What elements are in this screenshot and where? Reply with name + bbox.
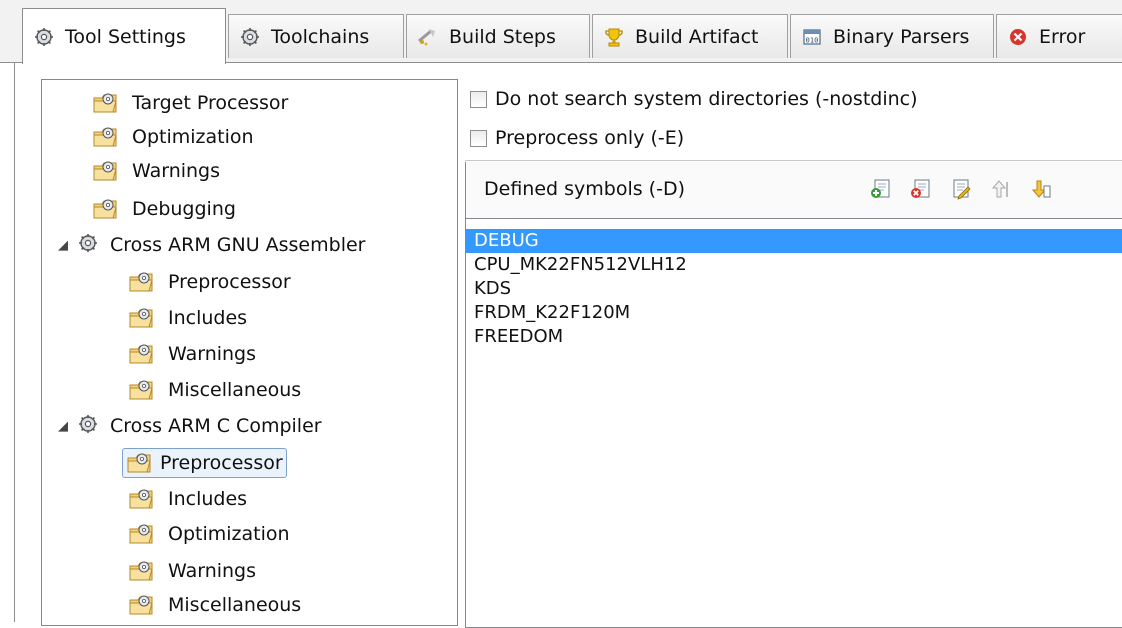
tab-label: Toolchains [271, 25, 370, 48]
tree-item-optimization[interactable]: Optimization [128, 517, 294, 551]
tree-item-label: Miscellaneous [168, 594, 302, 616]
folder-gear-icon [128, 341, 156, 367]
tree-item-includes[interactable]: Includes [128, 482, 251, 516]
folder-gear-icon [92, 196, 120, 222]
tree-item-preprocessor-selected[interactable]: Preprocessor [122, 446, 287, 480]
folder-gear-icon [128, 486, 156, 512]
symbols-toolbar [868, 176, 1054, 202]
tree-item-optimization[interactable]: Optimization [92, 120, 258, 154]
move-down-icon[interactable] [1028, 176, 1054, 202]
tree-item-label: Optimization [132, 126, 254, 148]
tab-binary-parsers[interactable]: 010 Binary Parsers [790, 14, 994, 58]
tree-item-label: Cross ARM GNU Assembler [110, 234, 366, 256]
option-preprocess-only[interactable]: Preprocess only (-E) [470, 123, 684, 153]
tree-item-includes[interactable]: Includes [128, 301, 251, 335]
tree-item-label-selected: Preprocessor [122, 448, 287, 478]
folder-gear-icon [128, 305, 156, 331]
collapse-triangle-icon[interactable]: ◢ [56, 238, 70, 253]
tree-item-warnings[interactable]: Warnings [128, 554, 260, 588]
option-label: Preprocess only (-E) [495, 127, 685, 149]
preprocess-only-checkbox[interactable] [470, 129, 487, 147]
tree-item-label: Optimization [168, 523, 290, 545]
symbol-row[interactable]: FREEDOM [466, 325, 1122, 349]
tree-item-label: Includes [168, 488, 248, 510]
tab-label: Binary Parsers [833, 25, 970, 48]
tree-item-preprocessor[interactable]: Preprocessor [128, 265, 295, 299]
tree-item-label: Preprocessor [168, 271, 291, 293]
gear-icon [78, 233, 98, 258]
folder-gear-icon [128, 521, 156, 547]
gear-icon [33, 26, 55, 48]
gear-icon [239, 26, 261, 48]
folder-gear-icon [128, 269, 156, 295]
tab-build-steps[interactable]: Build Steps [406, 14, 590, 58]
tree-item-label: Miscellaneous [168, 379, 302, 401]
tree-item-warnings[interactable]: Warnings [128, 337, 260, 371]
symbol-row[interactable]: KDS [466, 277, 1122, 301]
symbol-row[interactable]: DEBUG [466, 229, 1122, 253]
build-steps-icon [417, 26, 439, 48]
edit-icon[interactable] [948, 176, 974, 202]
tree-item-warnings[interactable]: Warnings [92, 154, 224, 188]
panel-divider [465, 160, 1122, 161]
symbol-row[interactable]: CPU_MK22FN512VLH12 [466, 253, 1122, 277]
folder-gear-icon [128, 377, 156, 403]
gear-icon [78, 414, 98, 439]
defined-symbols-header: Defined symbols (-D) [465, 162, 1122, 218]
tab-label: Tool Settings [65, 25, 186, 48]
tab-toolchains[interactable]: Toolchains [228, 14, 404, 58]
tree-item-text: Preprocessor [160, 452, 283, 474]
tree-item-cross-arm-c-compiler[interactable]: ◢ Cross ARM C Compiler [56, 409, 326, 443]
move-up-icon[interactable] [988, 176, 1014, 202]
defined-symbols-list[interactable]: DEBUG CPU_MK22FN512VLH12 KDS FRDM_K22F12… [465, 218, 1122, 628]
symbol-row[interactable]: FRDM_K22F120M [466, 301, 1122, 325]
folder-gear-icon [126, 450, 154, 476]
tab-tool-settings[interactable]: Tool Settings [22, 8, 226, 64]
add-icon[interactable] [868, 176, 894, 202]
tree-item-miscellaneous[interactable]: Miscellaneous [128, 373, 305, 407]
tree-item-label: Warnings [168, 343, 257, 365]
tab-label: Error [1039, 25, 1086, 48]
tree-item-miscellaneous[interactable]: Miscellaneous [128, 588, 305, 622]
trophy-icon [603, 26, 625, 48]
tree-item-label: Includes [168, 307, 248, 329]
tree-item-label: Cross ARM C Compiler [110, 415, 322, 437]
tree-item-label: Target Processor [132, 92, 289, 114]
tree-item-debugging[interactable]: Debugging [92, 192, 240, 226]
tree-item-label: Warnings [168, 560, 257, 582]
tab-label: Build Artifact [635, 25, 759, 48]
folder-gear-icon [92, 158, 120, 184]
collapse-triangle-icon[interactable]: ◢ [56, 419, 70, 434]
tab-bar: Tool Settings Toolchains Build Steps Bui… [0, 0, 1122, 64]
tree-item-label: Warnings [132, 160, 221, 182]
tab-label: Build Steps [449, 25, 556, 48]
tab-build-artifact[interactable]: Build Artifact [592, 14, 788, 58]
option-label: Do not search system directories (-nostd… [495, 88, 918, 110]
tool-settings-tree[interactable]: Target Processor Optimization Warnings D… [41, 79, 458, 626]
binary-icon: 010 [801, 26, 823, 48]
folder-gear-icon [128, 558, 156, 584]
tree-item-label: Debugging [132, 198, 236, 220]
tab-error[interactable]: Error [996, 14, 1122, 58]
folder-gear-icon [92, 124, 120, 150]
delete-icon[interactable] [908, 176, 934, 202]
folder-gear-icon [128, 592, 156, 618]
option-nostdinc[interactable]: Do not search system directories (-nostd… [470, 84, 918, 114]
error-icon [1007, 26, 1029, 48]
svg-text:010: 010 [806, 36, 819, 44]
nostdinc-checkbox[interactable] [470, 90, 487, 108]
defined-symbols-title: Defined symbols (-D) [484, 178, 685, 200]
tree-item-cross-arm-gnu-assembler[interactable]: ◢ Cross ARM GNU Assembler [56, 228, 369, 262]
folder-gear-icon [92, 90, 120, 116]
tree-item-target-processor[interactable]: Target Processor [92, 86, 292, 120]
